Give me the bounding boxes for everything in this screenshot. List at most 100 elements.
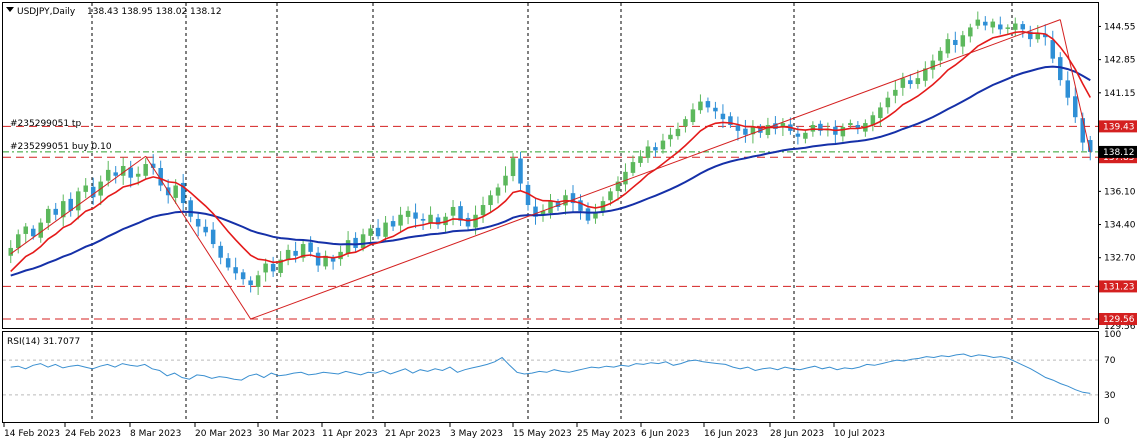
candle-body bbox=[938, 50, 943, 61]
candle-body bbox=[398, 214, 403, 226]
candle-body bbox=[893, 89, 898, 96]
y-tick-label: 136.10 bbox=[1104, 187, 1136, 197]
candle-body bbox=[368, 228, 373, 236]
trading-chart[interactable]: 144.55 142.85 141.15 136.10 134.40 132.70 129.… bbox=[0, 0, 1139, 443]
candle-body bbox=[735, 125, 741, 131]
rsi-tick-label: 0 bbox=[1104, 417, 1110, 427]
candle-body bbox=[465, 217, 471, 227]
x-tick-label: 6 Jun 2023 bbox=[641, 429, 689, 439]
candle-body bbox=[915, 78, 921, 85]
rsi-tick-label: 30 bbox=[1104, 391, 1116, 401]
candle-body bbox=[510, 158, 516, 177]
candle-body bbox=[803, 132, 808, 139]
x-tick-label: 3 May 2023 bbox=[450, 429, 503, 439]
candle-body bbox=[908, 80, 913, 85]
candle-body bbox=[593, 212, 598, 219]
candle-body bbox=[743, 128, 748, 135]
candle-body bbox=[413, 212, 418, 219]
candle-body bbox=[653, 147, 658, 151]
candle-body bbox=[383, 222, 388, 237]
buy-order-label: #235299051 buy 0.10 bbox=[10, 142, 112, 152]
candle-body bbox=[885, 97, 891, 108]
candle-body bbox=[263, 263, 268, 273]
candle-body bbox=[623, 171, 628, 185]
candle-body bbox=[645, 146, 651, 158]
candle-body bbox=[248, 280, 253, 286]
candle-body bbox=[218, 245, 223, 258]
rsi-tick-label: 100 bbox=[1104, 330, 1121, 340]
y-tick-label: 132.70 bbox=[1104, 254, 1136, 264]
candle-body bbox=[983, 21, 988, 26]
y-tick-label: 144.55 bbox=[1104, 22, 1136, 32]
candle-body bbox=[23, 226, 28, 234]
candle-body bbox=[375, 227, 381, 237]
candle-body bbox=[330, 258, 336, 262]
y-tick-label: 142.85 bbox=[1104, 56, 1136, 66]
candle-body bbox=[1050, 40, 1056, 59]
candle-body bbox=[173, 185, 178, 198]
candle-body bbox=[240, 272, 246, 280]
x-tick-label: 10 Jul 2023 bbox=[834, 429, 885, 439]
rsi-label: RSI(14) 31.7077 bbox=[7, 337, 80, 347]
candle-body bbox=[353, 237, 358, 248]
symbol-label: USDJPY,Daily bbox=[17, 7, 76, 17]
candle-body bbox=[713, 107, 718, 112]
candle-body bbox=[930, 60, 936, 70]
x-tick-label: 28 Jun 2023 bbox=[770, 429, 824, 439]
candle-body bbox=[45, 208, 51, 223]
candle-body bbox=[225, 258, 231, 268]
y-tick-label: 141.15 bbox=[1104, 89, 1136, 99]
candle-body bbox=[293, 250, 298, 256]
x-tick-label: 24 Feb 2023 bbox=[65, 429, 121, 439]
candle-body bbox=[990, 21, 996, 28]
candle-body bbox=[113, 172, 118, 176]
candle-body bbox=[1035, 33, 1041, 40]
candle-body bbox=[698, 101, 703, 111]
candle-body bbox=[210, 229, 216, 245]
candle-body bbox=[1080, 118, 1086, 143]
candle-body bbox=[1073, 96, 1078, 118]
candle-body bbox=[255, 275, 261, 287]
candle-body bbox=[83, 185, 88, 192]
candle-body bbox=[900, 78, 906, 88]
current-price-label: 138.12 bbox=[1103, 148, 1135, 158]
candle-body bbox=[848, 123, 853, 126]
candle-body bbox=[668, 134, 673, 140]
ohlc-label: 138.43 138.95 138.02 138.12 bbox=[87, 7, 222, 17]
candle-body bbox=[128, 167, 133, 178]
candle-body bbox=[795, 133, 801, 137]
candle-body bbox=[8, 247, 13, 256]
candle-body bbox=[203, 226, 208, 233]
candle-body bbox=[285, 249, 291, 260]
candle-body bbox=[53, 208, 58, 215]
x-tick-label: 30 Mar 2023 bbox=[258, 429, 315, 439]
candle-body bbox=[420, 218, 426, 221]
candle-body bbox=[1065, 80, 1071, 98]
candle-body bbox=[488, 195, 493, 206]
x-tick-label: 21 Apr 2023 bbox=[385, 429, 441, 439]
candle-body bbox=[75, 191, 81, 211]
candle-body bbox=[518, 158, 523, 184]
candle-body bbox=[428, 214, 433, 224]
rsi-pane-frame bbox=[2, 331, 1099, 423]
candle-body bbox=[960, 35, 966, 47]
candle-body bbox=[308, 242, 313, 252]
rsi-tick-label: 70 bbox=[1104, 356, 1116, 366]
candle-body bbox=[143, 164, 148, 176]
candle-body bbox=[188, 200, 193, 217]
main-pane-frame bbox=[2, 2, 1099, 329]
candle-body bbox=[660, 140, 666, 150]
candle-body bbox=[968, 27, 973, 37]
candle-body bbox=[405, 210, 411, 217]
candle-body bbox=[30, 228, 36, 237]
candle-body bbox=[135, 173, 141, 177]
candle-body bbox=[1020, 24, 1026, 30]
x-tick-label: 15 May 2023 bbox=[513, 429, 572, 439]
candle-body bbox=[630, 162, 636, 173]
candle-body bbox=[690, 109, 696, 123]
candle-body bbox=[270, 263, 276, 272]
x-tick-label: 8 Mar 2023 bbox=[130, 429, 181, 439]
candle-body bbox=[638, 156, 643, 163]
x-tick-label: 20 Mar 2023 bbox=[195, 429, 252, 439]
candle-body bbox=[975, 19, 981, 26]
